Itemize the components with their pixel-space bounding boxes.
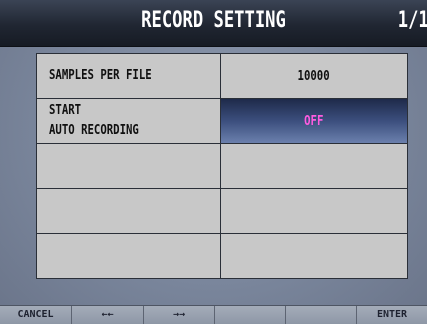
setting-row-empty — [37, 144, 407, 189]
setting-label: START AUTO RECORDING — [49, 103, 139, 138]
previous-button[interactable]: ←← — [72, 306, 144, 324]
setting-label-cell — [37, 144, 221, 188]
setting-value-cell-selected[interactable]: OFF — [221, 99, 407, 143]
function-key-bar: CANCEL ←← →→ ENTER — [0, 305, 427, 324]
setting-row-start-auto-recording[interactable]: START AUTO RECORDING OFF — [37, 99, 407, 144]
setting-row-empty — [37, 234, 407, 278]
page-indicator: 1/1 — [397, 8, 427, 33]
setting-label: SAMPLES PER FILE — [49, 68, 152, 83]
settings-table: SAMPLES PER FILE 10000 START AUTO RECORD… — [36, 53, 408, 279]
setting-row-empty — [37, 189, 407, 234]
cancel-button[interactable]: CANCEL — [0, 306, 72, 324]
setting-label-cell: SAMPLES PER FILE — [37, 54, 221, 98]
setting-value-cell[interactable]: 10000 — [221, 54, 407, 98]
device-screen: RECORD SETTING 1/1 SAMPLES PER FILE 1000… — [0, 0, 427, 324]
setting-label-cell — [37, 234, 221, 278]
function-key-4[interactable] — [215, 306, 286, 324]
setting-value-cell — [221, 144, 407, 188]
setting-value: 10000 — [297, 68, 331, 84]
setting-label-cell — [37, 189, 221, 233]
title-bar: RECORD SETTING 1/1 — [0, 0, 427, 47]
setting-value: OFF — [304, 113, 324, 129]
setting-value-cell — [221, 189, 407, 233]
setting-label-cell: START AUTO RECORDING — [37, 99, 221, 143]
page-title: RECORD SETTING — [141, 8, 286, 33]
setting-value-cell — [221, 234, 407, 278]
function-key-5[interactable] — [286, 306, 357, 324]
next-button[interactable]: →→ — [144, 306, 215, 324]
setting-row-samples-per-file[interactable]: SAMPLES PER FILE 10000 — [37, 54, 407, 99]
enter-button[interactable]: ENTER — [357, 306, 427, 324]
